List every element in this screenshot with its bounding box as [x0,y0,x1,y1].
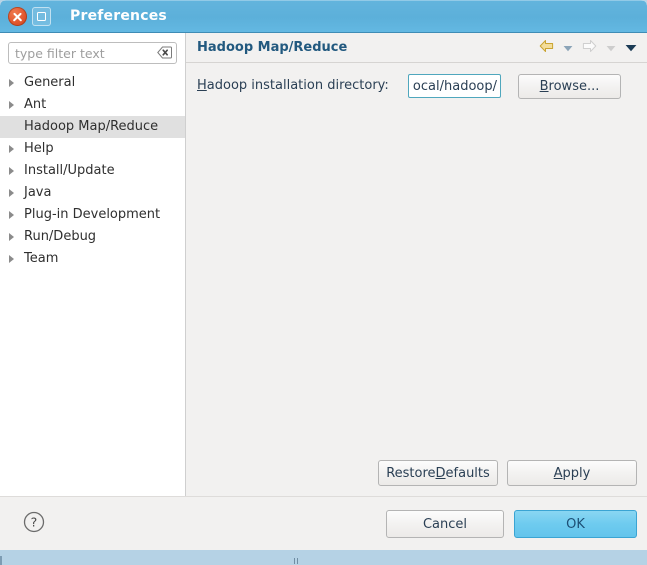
page-header: Hadoop Map/Reduce [186,33,647,63]
tree-item-label: Run/Debug [24,229,97,244]
browse-mnemonic: B [539,79,549,94]
page-navigation [539,39,637,57]
close-icon[interactable] [8,7,27,26]
expand-arrow-icon[interactable] [9,79,14,87]
tree-item-team[interactable]: Team [0,248,185,270]
tree-item-hadoop-map-reduce[interactable]: Hadoop Map/Reduce [0,116,185,138]
tree-item-run-debug[interactable]: Run/Debug [0,226,185,248]
expand-arrow-icon[interactable] [9,101,14,109]
tree-item-label: Hadoop Map/Reduce [24,119,159,134]
tree-item-label: Install/Update [24,163,115,178]
expand-arrow-icon[interactable] [9,255,14,263]
apply-mnemonic: A [553,465,563,481]
ok-button[interactable]: OK [514,510,637,538]
page-button-row: Restore Defaults Apply [378,460,637,486]
back-arrow-icon[interactable] [539,39,554,57]
back-dropdown-chevron-down-icon[interactable] [563,41,573,56]
tree-item-label: Plug-in Development [24,207,161,222]
window-resize-grip[interactable] [292,558,302,565]
cancel-button[interactable]: Cancel [386,510,504,538]
forward-dropdown-chevron-down-icon [606,41,616,56]
restore-mnemonic: D [435,465,446,481]
page-title: Hadoop Map/Reduce [197,40,348,55]
expand-arrow-icon[interactable] [9,167,14,175]
installation-directory-label: Hadoop installation directory: [197,78,389,93]
label-text: adoop installation directory: [206,78,389,93]
preferences-dialog: Preferences General [0,0,647,550]
tree-item-label: Ant [24,97,47,112]
tree-item-label: Help [24,141,54,156]
installation-directory-row: Hadoop installation directory: Browse... [186,73,647,101]
tree-item-general[interactable]: General [0,72,185,94]
installation-directory-input[interactable] [408,74,501,98]
clear-icon[interactable] [157,46,172,59]
filter-field-wrapper [8,42,177,64]
title-bar[interactable]: Preferences [0,0,647,33]
tree-item-java[interactable]: Java [0,182,185,204]
maximize-icon[interactable] [32,7,51,26]
label-mnemonic: H [197,78,207,93]
apply-button[interactable]: Apply [507,460,637,486]
desktop-taskbar-strip [0,548,647,565]
help-icon[interactable]: ? [22,510,46,534]
dialog-action-bar: ? Cancel OK [0,496,647,550]
tree-item-label: General [24,75,76,90]
tree-item-help[interactable]: Help [0,138,185,160]
expand-arrow-icon[interactable] [9,233,14,241]
apply-label: pply [562,465,591,481]
svg-text:?: ? [31,515,38,530]
tree-item-ant[interactable]: Ant [0,94,185,116]
tree-item-plug-in-development[interactable]: Plug-in Development [0,204,185,226]
window-title: Preferences [70,8,167,24]
preferences-tree: General Ant Hadoop Map/Reduce Help Insta… [0,72,185,270]
restore-defaults-button[interactable]: Restore Defaults [378,460,498,486]
tree-item-install-update[interactable]: Install/Update [0,160,185,182]
filter-input[interactable] [8,42,177,64]
preferences-sidebar: General Ant Hadoop Map/Reduce Help Insta… [0,33,186,496]
desktop-left-edge [0,556,2,565]
tree-item-label: Team [24,251,59,266]
browse-button[interactable]: Browse... [518,74,621,99]
dialog-body: General Ant Hadoop Map/Reduce Help Insta… [0,33,647,496]
browse-label: rowse... [548,79,600,94]
page-menu-chevron-down-icon[interactable] [625,41,637,56]
expand-arrow-icon[interactable] [9,145,14,153]
restore-suffix: efaults [445,465,490,481]
expand-arrow-icon[interactable] [9,211,14,219]
tree-item-label: Java [24,185,52,200]
expand-arrow-icon[interactable] [9,189,14,197]
preference-page: Hadoop Map/Reduce Hadoop installation di… [186,33,647,496]
forward-arrow-icon [582,39,597,57]
restore-prefix: Restore [386,465,436,481]
